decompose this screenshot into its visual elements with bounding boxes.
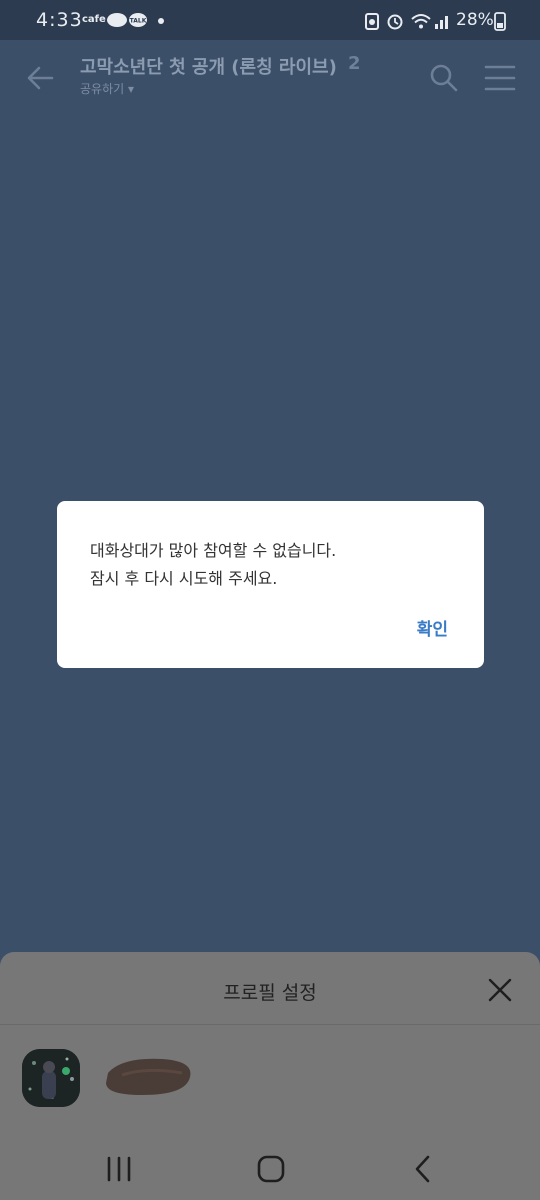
avatar[interactable]: [22, 1049, 80, 1107]
chat-header: 고막소년단 첫 공개 (론칭 라이브) 2 공유하기 ▾: [0, 40, 540, 120]
status-bar: 4:33 cafe TALK 28%: [0, 0, 540, 40]
confirm-button[interactable]: 확인: [417, 615, 448, 640]
home-icon[interactable]: [256, 1154, 286, 1184]
share-dropdown[interactable]: 공유하기 ▾: [80, 80, 134, 97]
talk-icon: TALK: [129, 13, 147, 27]
dot-icon: [158, 18, 164, 24]
system-nav-bar: [0, 1137, 540, 1200]
dialog-message-line1: 대화상대가 많아 참여할 수 없습니다.: [90, 541, 337, 560]
wifi-icon: [411, 14, 431, 29]
menu-icon[interactable]: [484, 62, 516, 94]
member-count: 2: [348, 53, 361, 74]
close-icon[interactable]: [484, 974, 516, 1006]
profile-name-redacted: [106, 1058, 191, 1095]
battery-saver-icon: [365, 13, 379, 30]
talk-label: TALK: [130, 18, 147, 25]
cafe-notification-icon: cafe: [82, 14, 106, 25]
sheet-title: 프로필 설정: [223, 982, 317, 1004]
dialog-message: 대화상대가 많아 참여할 수 없습니다. 잠시 후 다시 시도해 주세요.: [90, 537, 336, 593]
back-arrow-icon[interactable]: [24, 62, 56, 94]
nav-back-icon[interactable]: [408, 1154, 438, 1184]
alarm-icon: [387, 14, 403, 30]
recent-apps-icon[interactable]: [104, 1154, 134, 1184]
battery-percent: 28%: [456, 10, 494, 30]
profile-settings-sheet: 프로필 설정: [0, 952, 540, 1137]
chat-bubble-icon: [107, 13, 127, 27]
status-time: 4:33: [36, 9, 83, 31]
error-dialog: 대화상대가 많아 참여할 수 없습니다. 잠시 후 다시 시도해 주세요. 확인: [57, 501, 484, 668]
dialog-message-line2: 잠시 후 다시 시도해 주세요.: [90, 569, 278, 588]
divider: [0, 1024, 540, 1025]
battery-icon: [494, 12, 506, 31]
chat-title: 고막소년단 첫 공개 (론칭 라이브): [80, 57, 337, 78]
search-icon[interactable]: [428, 62, 460, 94]
signal-icon: [435, 16, 448, 29]
avatar-image: [22, 1049, 80, 1107]
